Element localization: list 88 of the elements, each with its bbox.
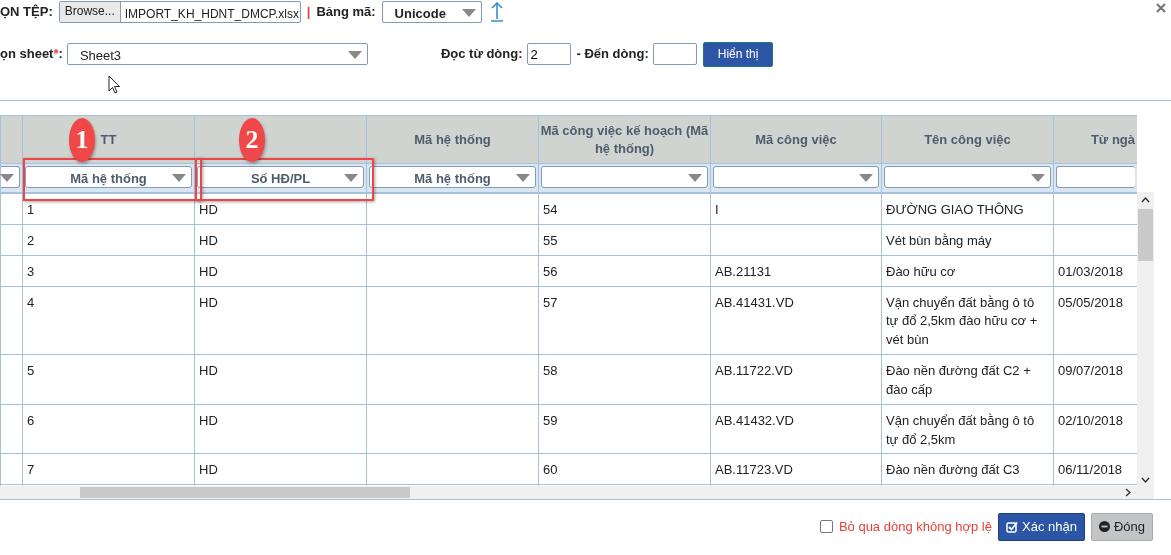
table-cell: I (715, 202, 719, 217)
table-cell: Vét bùn bằng máy (886, 232, 992, 248)
to-row-field[interactable] (652, 43, 697, 65)
table-cell: HD (199, 363, 218, 379)
vertical-scrollbar[interactable] (1137, 192, 1154, 499)
dropdown-caret-icon (859, 174, 873, 182)
table-cell: 3 (27, 263, 35, 279)
horizontal-scrollbar[interactable] (0, 486, 1137, 499)
sheet-label: ọn sheet*: (0, 45, 63, 64)
from-row-label: Đọc từ dòng: (440, 45, 523, 64)
table-cell: 4 (27, 294, 35, 310)
table-cell: HD (199, 462, 218, 478)
dropdown-caret-icon (172, 174, 186, 182)
table-cell: HD (199, 412, 218, 428)
table-cell: HD (199, 294, 218, 310)
show-button[interactable]: Hiển thị (702, 41, 774, 67)
scroll-up-icon[interactable] (1141, 197, 1150, 203)
sheet-select[interactable]: Sheet3 (66, 43, 368, 65)
file-input[interactable]: Browse... IMPORT_KH_HDNT_DMCP.xlsx (58, 1, 301, 23)
table-cell: 09/07/2018 (1058, 363, 1124, 379)
separator-text: | (306, 3, 311, 22)
close-icon[interactable] (1156, 3, 1166, 13)
table-cell: 7 (27, 462, 35, 478)
table-cell: 05/05/2018 (1058, 294, 1124, 310)
table-cell: AB.11722.VD (715, 363, 793, 379)
table-cell: 6 (27, 412, 35, 428)
filter-select[interactable] (1, 166, 20, 188)
skip-invalid-checkbox[interactable] (819, 520, 833, 534)
dropdown-caret-icon (347, 51, 362, 59)
scroll-right-icon[interactable] (1125, 488, 1131, 497)
table-cell: HD (199, 232, 218, 248)
table-cell: Đào nền đường đất C3 (886, 462, 1020, 478)
table-cell: 59 (543, 412, 558, 428)
table-cell: 55 (543, 232, 558, 248)
filter-select[interactable]: Mã hệ thống (369, 166, 536, 188)
table-cell: AB.11723.VD (715, 462, 793, 478)
scroll-down-icon[interactable] (1141, 477, 1150, 483)
table-cell: 54 (543, 202, 558, 217)
dropdown-caret-icon (516, 174, 530, 182)
table-cell: AB.41431.VD (715, 294, 794, 310)
close-button[interactable]: Đóng (1090, 513, 1153, 541)
mouse-cursor-icon (108, 75, 121, 95)
scroll-thumb[interactable] (80, 487, 410, 498)
column-header[interactable]: TT (100, 130, 117, 149)
dropdown-caret-icon (344, 174, 358, 182)
table-cell: 01/03/2018 (1058, 263, 1124, 279)
table-cell: Đào nền đường đất C2 + đào cấp (886, 363, 1031, 397)
from-row-field[interactable]: 2 (526, 43, 571, 65)
dropdown-caret-icon (461, 9, 476, 17)
table-cell: HD (199, 263, 218, 279)
table-cell: 02/10/2018 (1058, 412, 1124, 428)
checkbox-icon (1006, 520, 1018, 533)
skip-invalid-label: Bỏ qua dòng không hợp lệ (838, 518, 992, 536)
filter-select[interactable] (1056, 166, 1135, 188)
scroll-thumb[interactable] (1138, 209, 1153, 261)
table-cell: 2 (27, 232, 35, 248)
confirm-button[interactable]: Xác nhận (998, 513, 1085, 541)
table-cell: Vận chuyển đất bằng ô tô tự đổ 2,5km đào hữu cơ + vét bùn (886, 294, 1038, 348)
table-cell: 5 (27, 363, 35, 379)
table-cell: Vận chuyển đất bằng ô tô tự đổ 2,5km (886, 412, 1035, 447)
filter-select[interactable] (541, 166, 708, 188)
table-cell: Đào hữu cơ (886, 263, 956, 279)
table-cell: AB.41432.VD (715, 412, 794, 428)
encoding-label: Bảng mã: (316, 3, 376, 22)
dropdown-caret-icon (688, 174, 702, 182)
encoding-select[interactable]: Unicode (381, 1, 482, 23)
upload-icon[interactable] (489, 2, 504, 22)
column-header[interactable]: Mã hệ thống (414, 130, 491, 149)
table-cell: HD (199, 202, 218, 217)
table-cell: 57 (543, 294, 558, 310)
dropdown-caret-icon (1031, 174, 1045, 182)
filter-select[interactable]: Mã hệ thống (25, 166, 192, 188)
file-label: ỌN TỆP: (0, 3, 53, 22)
table-cell: 1 (27, 202, 35, 217)
table-cell: AB.21131 (715, 263, 772, 279)
column-header[interactable]: Tên công việc (924, 130, 1011, 149)
table-cell: 06/11/2018 (1058, 462, 1123, 478)
dropdown-caret-icon (0, 174, 14, 182)
column-header[interactable]: Mã công việc (755, 130, 837, 149)
table-cell: 56 (543, 263, 558, 279)
table-cell: ĐƯỜNG GIAO THÔNG (886, 202, 1024, 217)
filter-select[interactable] (713, 166, 879, 188)
filter-select[interactable]: Số HĐ/PL (197, 166, 364, 188)
to-row-label: - Đến dòng: (576, 45, 649, 64)
table-cell: 58 (543, 363, 558, 379)
table-cell: 60 (543, 462, 558, 478)
filter-select[interactable] (884, 166, 1051, 188)
minus-circle-icon (1098, 521, 1110, 533)
